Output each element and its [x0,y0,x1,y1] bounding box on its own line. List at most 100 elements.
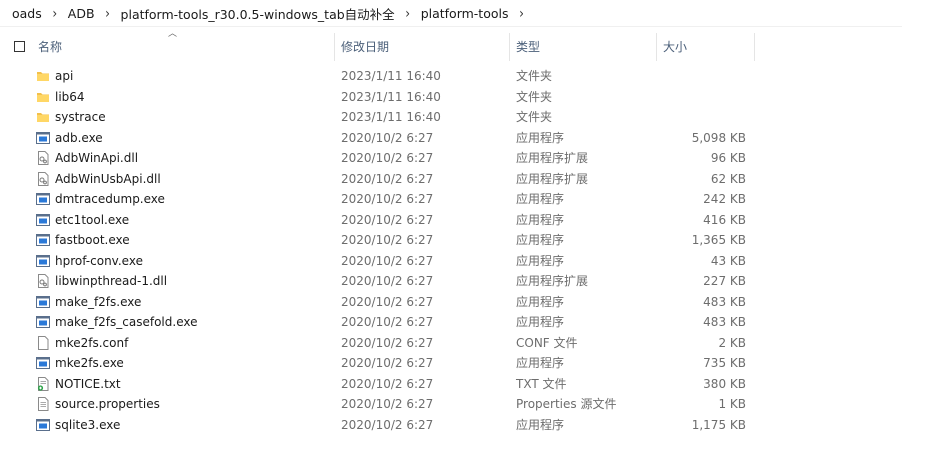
column-separator[interactable] [754,33,755,61]
breadcrumb: oads › ADB › platform-tools_r30.0.5-wind… [0,0,925,26]
file-list: api 2023/1/11 16:40 文件夹 lib64 2023/1/11 16:4… [0,66,760,435]
chevron-right-icon[interactable]: › [97,5,119,22]
file-type: 应用程序扩展 [516,171,589,186]
file-row[interactable]: mke2fs.conf 2020/10/2 6:27 CONF 文件 2 KB [0,333,760,354]
file-row[interactable]: libwinpthread-1.dll 2020/10/2 6:27 应用程序扩展 2… [0,271,760,292]
exe-icon [36,131,50,145]
file-row[interactable]: make_f2fs.exe 2020/10/2 6:27 应用程序 483 KB [0,292,760,313]
file-name: AdbWinApi.dll [55,151,139,165]
file-size: 380 KB [703,376,746,391]
column-separator[interactable] [334,33,335,61]
file-type: 应用程序 [516,253,565,268]
file-name: AdbWinUsbApi.dll [55,171,161,186]
file-row[interactable]: dmtracedump.exe 2020/10/2 6:27 应用程序 242 KB [0,189,760,210]
file-name: adb.exe [55,130,103,145]
column-separator[interactable] [509,33,510,61]
file-date: 2020/10/2 6:27 [341,376,434,391]
dll-icon [36,151,50,165]
file-date: 2023/1/11 16:40 [341,69,441,83]
breadcrumb-item[interactable]: oads [10,6,44,21]
file-row[interactable]: source.properties 2020/10/2 6:27 Propertie… [0,394,760,415]
column-header: ︿ 名称 修改日期 类型 大小 [0,29,760,61]
file-type: TXT 文件 [516,376,567,391]
file-name: make_f2fs_casefold.exe [55,315,198,329]
file-type: 应用程序 [516,130,565,145]
file-name: sqlite3.exe [55,417,121,432]
breadcrumb-item[interactable]: platform-tools_r30.0.5-windows_tab自动补全 [119,4,397,23]
file-type: 应用程序 [516,417,565,432]
file-size: 1,365 KB [691,233,746,247]
file-row[interactable]: systrace 2023/1/11 16:40 文件夹 [0,107,760,128]
file-date: 2020/10/2 6:27 [341,294,434,309]
file-name: dmtracedump.exe [55,192,165,206]
column-header-type[interactable]: 类型 [516,33,540,61]
file-size: 483 KB [703,294,746,309]
file-date: 2020/10/2 6:27 [341,315,434,329]
file-row[interactable]: sqlite3.exe 2020/10/2 6:27 应用程序 1,175 KB [0,415,760,436]
file-row[interactable]: AdbWinUsbApi.dll 2020/10/2 6:27 应用程序扩展 62 K… [0,169,760,190]
chevron-right-icon[interactable]: › [397,5,419,22]
file-date: 2020/10/2 6:27 [341,130,434,145]
file-size: 96 KB [710,151,746,165]
file-name: mke2fs.conf [55,335,129,350]
file-size: 735 KB [703,356,746,370]
file-date: 2023/1/11 16:40 [341,89,441,104]
file-row[interactable]: api 2023/1/11 16:40 文件夹 [0,66,760,87]
sort-ascending-icon: ︿ [168,29,178,39]
breadcrumb-item-current[interactable]: platform-tools [419,6,511,21]
file-row[interactable]: etc1tool.exe 2020/10/2 6:27 应用程序 416 KB [0,210,760,231]
dll-icon [36,274,50,288]
select-all-checkbox[interactable] [14,41,25,52]
file-name: NOTICE.txt [55,376,121,391]
breadcrumb-item[interactable]: ADB [66,6,97,21]
chevron-right-icon[interactable]: › [44,5,66,22]
column-header-size[interactable]: 大小 [663,33,687,61]
file-size [600,107,746,128]
file-date: 2020/10/2 6:27 [341,274,434,288]
file-row[interactable]: NOTICE.txt 2020/10/2 6:27 TXT 文件 380 KB [0,374,760,395]
file-type: 应用程序 [516,356,565,370]
file-name: etc1tool.exe [55,212,130,227]
column-separator[interactable] [656,33,657,61]
file-name: source.properties [55,397,160,411]
file-row[interactable]: AdbWinApi.dll 2020/10/2 6:27 应用程序扩展 96 KB [0,148,760,169]
file-name: hprof-conv.exe [55,253,143,268]
file-date: 2023/1/11 16:40 [341,110,441,124]
file-size: 62 KB [710,171,746,186]
chevron-right-icon[interactable]: › [511,5,533,22]
column-header-name[interactable]: 名称 [38,33,62,61]
file-type: 应用程序扩展 [516,151,589,165]
file-type: 应用程序 [516,294,565,309]
file-explorer-window: oads › ADB › platform-tools_r30.0.5-wind… [0,0,925,450]
file-date: 2020/10/2 6:27 [341,335,434,350]
file-name: libwinpthread-1.dll [55,274,168,288]
file-size [600,87,746,108]
file-name: api [55,69,74,83]
file-type: 应用程序 [516,233,565,247]
file-size: 416 KB [703,212,746,227]
file-date: 2020/10/2 6:27 [341,192,434,206]
exe-icon [36,233,50,247]
file-size: 5,098 KB [691,130,746,145]
file-icon [36,335,50,350]
file-row[interactable]: fastboot.exe 2020/10/2 6:27 应用程序 1,365 KB [0,230,760,251]
exe-icon [36,315,50,329]
file-row[interactable]: lib64 2023/1/11 16:40 文件夹 [0,87,760,108]
text-file-icon [36,397,50,411]
file-row[interactable]: mke2fs.exe 2020/10/2 6:27 应用程序 735 KB [0,353,760,374]
file-type: 文件夹 [516,69,553,83]
file-size: 1 KB [718,397,746,411]
file-type: 文件夹 [516,89,553,104]
file-size: 242 KB [703,192,746,206]
file-row[interactable]: make_f2fs_casefold.exe 2020/10/2 6:27 应用程序… [0,312,760,333]
file-date: 2020/10/2 6:27 [341,417,434,432]
file-name: make_f2fs.exe [55,294,142,309]
file-row[interactable]: hprof-conv.exe 2020/10/2 6:27 应用程序 43 KB [0,251,760,272]
file-date: 2020/10/2 6:27 [341,171,434,186]
column-header-date[interactable]: 修改日期 [341,33,389,61]
file-date: 2020/10/2 6:27 [341,151,434,165]
file-type: 应用程序 [516,212,565,227]
file-size: 483 KB [703,315,746,329]
file-date: 2020/10/2 6:27 [341,253,434,268]
file-row[interactable]: adb.exe 2020/10/2 6:27 应用程序 5,098 KB [0,128,760,149]
